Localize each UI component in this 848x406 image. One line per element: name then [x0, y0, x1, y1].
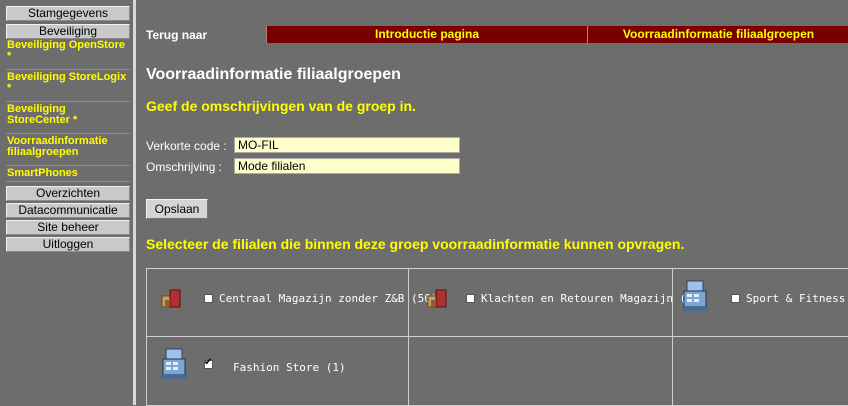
top-navigation-bar: Terug naar Introductie pagina Voorraadin… [146, 26, 848, 43]
store-cell: Centraal Magazijn zonder Z&B (50) [147, 269, 438, 337]
sidebar-item-voorraadinformatie[interactable]: Voorraadinformatie filiaalgroepen [6, 136, 130, 166]
warehouse-icon [427, 289, 447, 308]
sidebar-item-smartphones[interactable]: SmartPhones [6, 168, 130, 182]
menu-datacommunicatie[interactable]: Datacommunicatie [6, 203, 130, 218]
page-title: Voorraadinformatie filiaalgroepen [146, 66, 401, 83]
save-button[interactable]: Opslaan [146, 199, 208, 219]
cash-register-icon [161, 348, 187, 379]
store-label: Centraal Magazijn zonder Z&B (50) [219, 292, 438, 305]
code-input[interactable] [234, 137, 460, 153]
description-label: Omschrijving : [146, 160, 223, 174]
sidebar: Stamgegevens Beveiliging Beveiliging Ope… [0, 0, 133, 405]
sidebar-item-beveiliging-openstore[interactable]: Beveiliging OpenStore * [6, 40, 130, 70]
store-label: Fashion Store (1) [233, 361, 346, 374]
menu-site-beheer[interactable]: Site beheer [6, 220, 130, 235]
main-content: Terug naar Introductie pagina Voorraadin… [136, 0, 848, 406]
menu-beveiliging[interactable]: Beveiliging [6, 24, 130, 39]
menu-uitloggen[interactable]: Uitloggen [6, 237, 130, 252]
store-cell: Klachten en Retouren Magazijn (80) [409, 269, 706, 337]
back-to-label: Terug naar [146, 28, 208, 42]
sidebar-item-beveiliging-storelogix[interactable]: Beveiliging StoreLogix * [6, 72, 130, 102]
sidebar-item-beveiliging-storecenter[interactable]: Beveiliging StoreCenter * [6, 104, 130, 134]
store-cell: Sport & Fitness (2) [673, 269, 848, 337]
menu-stamgegevens[interactable]: Stamgegevens [6, 6, 130, 21]
description-input[interactable] [234, 158, 460, 174]
store-checkbox[interactable] [466, 294, 475, 303]
cash-register-icon [682, 280, 708, 311]
stores-section-title: Selecteer de filialen die binnen deze gr… [146, 236, 685, 252]
store-label: Sport & Fitness (2) [746, 292, 848, 305]
store-checkbox[interactable] [204, 357, 213, 369]
nav-introductie-pagina[interactable]: Introductie pagina [266, 26, 587, 43]
menu-overzichten[interactable]: Overzichten [6, 186, 130, 201]
store-checkbox[interactable] [731, 294, 740, 303]
warehouse-icon [161, 289, 181, 308]
page-subtitle: Geef de omschrijvingen van de groep in. [146, 98, 416, 114]
stores-grid: Centraal Magazijn zonder Z&B (50) Klacht… [146, 268, 848, 406]
store-cell-empty [409, 337, 673, 406]
code-label: Verkorte code : [146, 139, 227, 153]
nav-voorraadinformatie[interactable]: Voorraadinformatie filiaalgroepen [587, 26, 848, 43]
store-checkbox[interactable] [204, 294, 213, 303]
store-cell-empty [673, 337, 848, 406]
store-cell: Fashion Store (1) [147, 337, 409, 406]
